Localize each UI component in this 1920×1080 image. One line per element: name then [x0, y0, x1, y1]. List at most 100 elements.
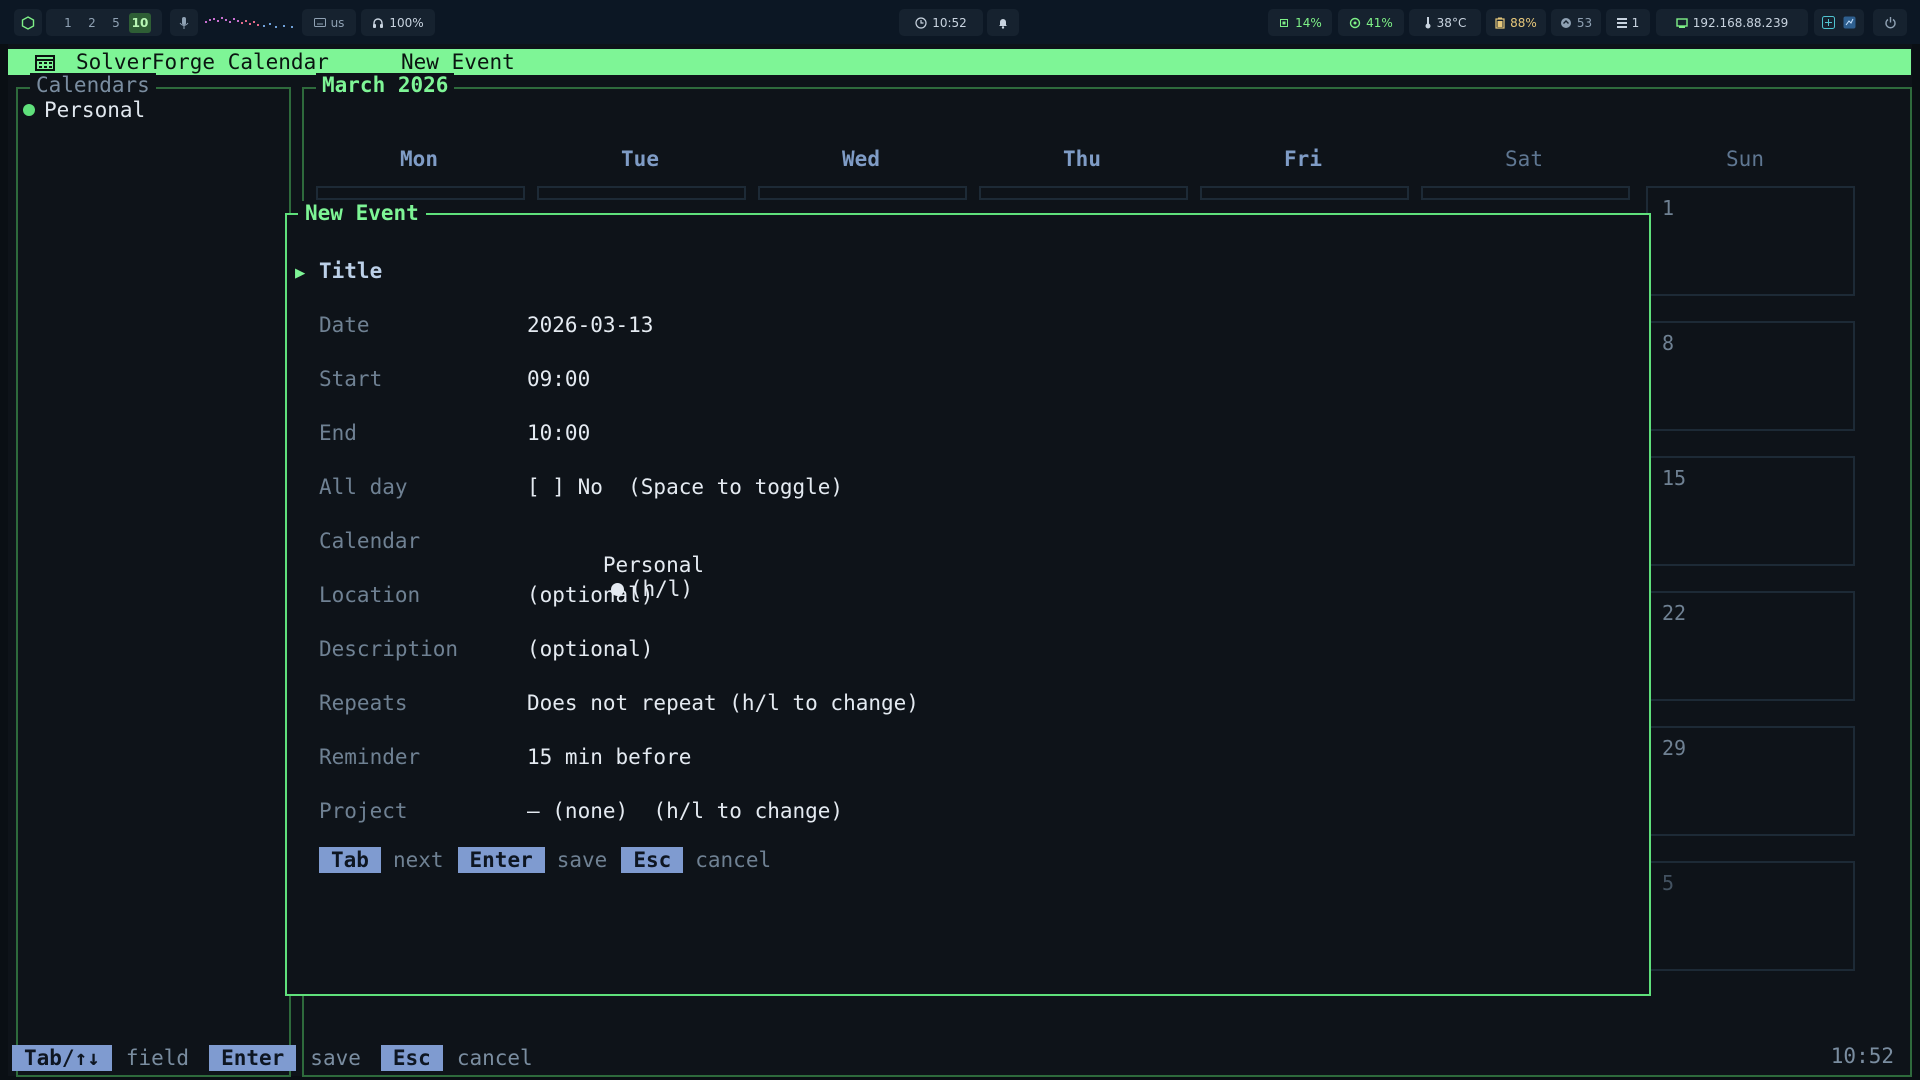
workspace-1[interactable]: 1: [57, 13, 79, 33]
project-select[interactable]: — (none) (h/l to change): [527, 799, 843, 823]
ethernet-icon: [1676, 17, 1688, 28]
power-icon: [1884, 17, 1896, 29]
day-cell[interactable]: [1421, 186, 1630, 200]
volume-indicator[interactable]: 100%: [361, 9, 435, 36]
calendar-item-personal[interactable]: Personal: [23, 98, 145, 122]
mode-title: New Event: [401, 50, 515, 74]
clock-module[interactable]: 10:52: [899, 9, 983, 36]
mic-button[interactable]: [170, 9, 198, 36]
hexagon-icon: [21, 15, 35, 30]
keyboard-layout-label: us: [330, 15, 345, 30]
power-button[interactable]: [1873, 9, 1907, 36]
day-number: 5: [1662, 871, 1675, 895]
day-number: 15: [1662, 466, 1687, 490]
calendar-icon: [35, 55, 55, 71]
day-cell[interactable]: 5: [1646, 861, 1855, 971]
start-label: Start: [319, 367, 383, 391]
keyboard-icon: [313, 18, 326, 27]
location-label: Location: [319, 583, 421, 607]
windows-indicator[interactable]: 1: [1606, 9, 1650, 36]
start-field[interactable]: 09:00: [527, 367, 590, 391]
day-cell[interactable]: [979, 186, 1188, 200]
status-bar: Tab/↑↓ field Enter save Esc cancel 10:52: [12, 1044, 1908, 1072]
updates-indicator[interactable]: 53: [1551, 9, 1601, 36]
day-number: 22: [1662, 601, 1687, 625]
temperature-label: 38°C: [1436, 15, 1467, 30]
day-cell[interactable]: [537, 186, 746, 200]
notifications-button[interactable]: [987, 9, 1019, 36]
weekday-wed: Wed: [842, 147, 880, 171]
cancel-hint: cancel: [456, 1046, 533, 1070]
description-field[interactable]: (optional): [527, 637, 653, 661]
memory-label: 41%: [1366, 15, 1393, 30]
repeats-select[interactable]: Does not repeat (h/l to change): [527, 691, 919, 715]
field-nav-key[interactable]: Tab/↑↓: [12, 1045, 112, 1071]
all-day-label: All day: [319, 475, 408, 499]
date-label: Date: [319, 313, 370, 337]
workspace-2[interactable]: 2: [81, 13, 103, 33]
day-cell[interactable]: 29: [1646, 726, 1855, 836]
calendars-panel: Calendars Personal: [16, 73, 291, 1077]
monitor-tray-icon[interactable]: [1843, 16, 1856, 29]
new-event-dialog: New Event ▶ Title Date 2026-03-13 Start …: [285, 201, 1651, 996]
ip-label: 192.168.88.239: [1692, 15, 1789, 30]
app-title: SolverForge Calendar: [76, 50, 329, 74]
end-field[interactable]: 10:00: [527, 421, 590, 445]
updates-label: 53: [1576, 15, 1593, 30]
tray: [1814, 9, 1864, 36]
status-clock: 10:52: [1830, 1044, 1894, 1068]
calendar-select[interactable]: Personal (h/l): [527, 529, 704, 625]
dialog-key-hints: Tab next Enter save Esc cancel: [319, 847, 785, 873]
all-day-toggle[interactable]: [ ] No (Space to toggle): [527, 475, 843, 499]
save-key[interactable]: Enter: [209, 1045, 297, 1071]
keyboard-layout[interactable]: us: [302, 9, 356, 36]
tab-hint: next: [392, 848, 444, 872]
top-bar: 1 2 5 10 us 100% 10:52 14% 41% 38°C 88% …: [0, 0, 1920, 44]
esc-hint: cancel: [695, 848, 772, 872]
title-field[interactable]: Title: [319, 259, 382, 283]
cancel-key[interactable]: Esc: [380, 1045, 443, 1071]
calendar-color-dot: [23, 104, 35, 116]
update-icon: [1560, 17, 1571, 28]
enter-key[interactable]: Enter: [457, 847, 545, 873]
workspace-5[interactable]: 5: [105, 13, 127, 33]
terminal-window: SolverForge Calendar New Event Calendars…: [8, 44, 1912, 1077]
tab-key[interactable]: Tab: [319, 847, 381, 873]
weekday-tue: Tue: [621, 147, 659, 171]
esc-key[interactable]: Esc: [621, 847, 684, 873]
calendar-select-value: Personal: [602, 553, 705, 577]
app-header: SolverForge Calendar New Event: [8, 49, 1911, 75]
memory-icon: [1349, 17, 1361, 28]
workspace-10[interactable]: 10: [129, 12, 151, 33]
reminder-select[interactable]: 15 min before: [527, 745, 691, 769]
memory-indicator[interactable]: 41%: [1338, 9, 1404, 36]
clock-icon: [915, 16, 927, 29]
temperature-indicator[interactable]: 38°C: [1409, 9, 1481, 36]
day-cell[interactable]: [316, 186, 525, 200]
workspaces: 1 2 5 10: [46, 9, 162, 36]
weekday-fri: Fri: [1284, 147, 1322, 171]
day-number: 1: [1662, 196, 1675, 220]
day-cell[interactable]: 8: [1646, 321, 1855, 431]
network-indicator[interactable]: 192.168.88.239: [1656, 9, 1808, 36]
day-cell[interactable]: 15: [1646, 456, 1855, 566]
weekday-sat: Sat: [1505, 147, 1543, 171]
description-label: Description: [319, 637, 459, 661]
launcher-button[interactable]: [14, 9, 42, 36]
day-cell[interactable]: [758, 186, 967, 200]
thermometer-icon: [1425, 17, 1431, 29]
reminder-label: Reminder: [319, 745, 421, 769]
list-icon: [1616, 18, 1627, 28]
app-tray-icon[interactable]: [1822, 16, 1835, 29]
day-cell[interactable]: [1200, 186, 1409, 200]
day-cell[interactable]: 22: [1646, 591, 1855, 701]
date-field[interactable]: 2026-03-13: [527, 313, 653, 337]
day-cell[interactable]: 1: [1646, 186, 1855, 296]
cpu-indicator[interactable]: 14%: [1268, 9, 1332, 36]
location-field[interactable]: (optional): [527, 583, 653, 607]
battery-indicator[interactable]: 88%: [1486, 9, 1546, 36]
microphone-icon: [179, 16, 189, 29]
weekday-thu: Thu: [1063, 147, 1101, 171]
clock-label: 10:52: [932, 15, 967, 30]
month-title: March 2026: [316, 73, 455, 97]
